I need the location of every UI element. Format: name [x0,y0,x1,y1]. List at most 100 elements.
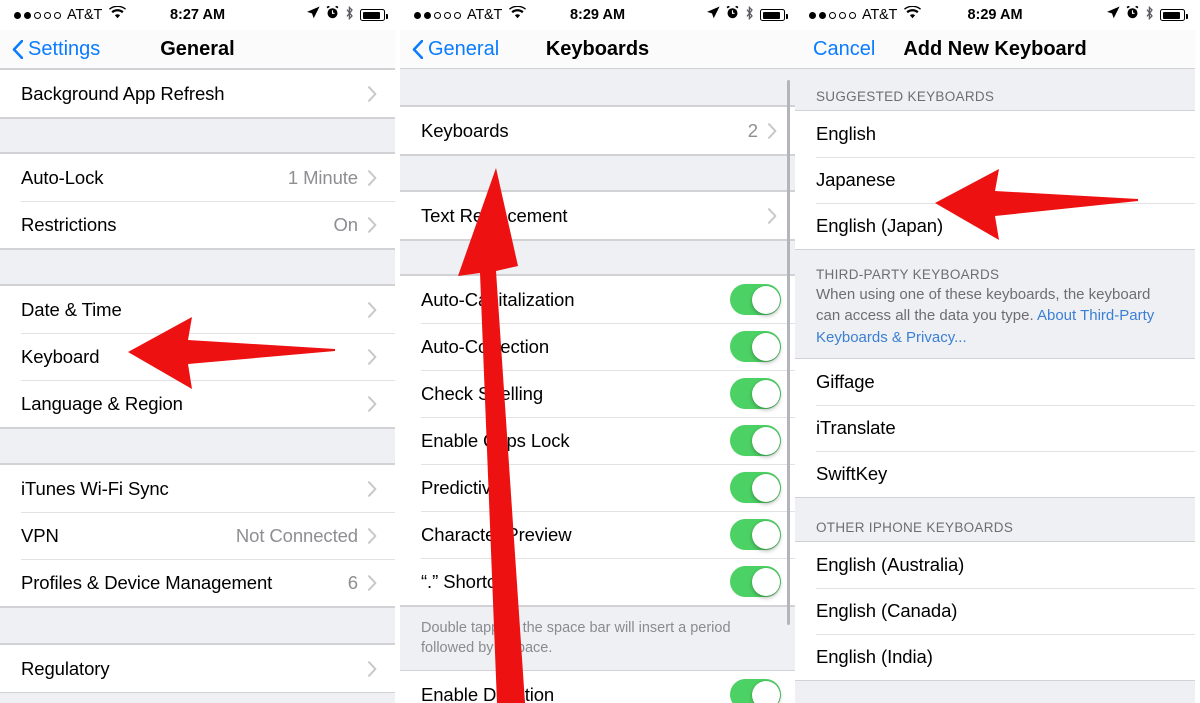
row-label: iTunes Wi-Fi Sync [21,477,169,499]
row-label: Enable Dictation [421,683,555,703]
toggle-period-shortcut[interactable] [730,566,781,597]
row-english-india[interactable]: English (India) [795,633,1195,680]
row-label: iTranslate [816,416,896,438]
row-english-australia[interactable]: English (Australia) [795,541,1195,588]
section-header-other-iphone: OTHER IPHONE KEYBOARDS [795,497,1195,541]
group-regulatory: Regulatory [0,644,395,693]
chevron-right-icon [368,348,377,365]
row-label: SwiftKey [816,462,888,484]
row-english-japan[interactable]: English (Japan) [795,203,1195,249]
group-spacer [0,249,395,285]
row-label: Enable Caps Lock [421,429,570,451]
row-giffage[interactable]: Giffage [795,358,1195,405]
row-text-replacement[interactable]: Text Replacement [400,192,795,239]
row-restrictions[interactable]: Restrictions On [0,201,395,248]
chevron-right-icon [368,527,377,544]
three-screenshot-strip: AT&T 8:27 AM Settings General Background… [0,0,1200,703]
row-itunes-wifi-sync[interactable]: iTunes Wi-Fi Sync [0,465,395,512]
status-right-group [707,0,788,30]
bluetooth-icon [345,5,354,25]
row-auto-capitalization[interactable]: Auto-Capitalization [400,276,795,323]
screen-keyboards: AT&T 8:29 AM General Keyboards Keyboards… [400,0,795,703]
row-enable-caps-lock[interactable]: Enable Caps Lock [400,417,795,464]
group-background-refresh: Background App Refresh [0,69,395,118]
chevron-right-icon [368,480,377,497]
row-label: Language & Region [21,392,183,414]
toggle-auto-capitalization[interactable] [730,284,781,315]
group-other-iphone-keyboards: English (Australia) English (Canada) Eng… [795,540,1195,681]
row-value: 6 [347,571,358,593]
page-title-add-new-keyboard: Add New Keyboard [903,38,1087,60]
toggle-auto-correction[interactable] [730,331,781,362]
toggle-character-preview[interactable] [730,519,781,550]
row-date-and-time[interactable]: Date & Time [0,286,395,333]
screen-general: AT&T 8:27 AM Settings General Background… [0,0,395,703]
chevron-right-icon [368,660,377,677]
nav-bar-keyboards: General Keyboards [400,30,795,69]
row-label: Character Preview [421,523,572,545]
row-swiftkey[interactable]: SwiftKey [795,450,1195,497]
page-title-general: General [160,38,235,60]
nav-bar-general: Settings General [0,30,395,69]
row-japanese[interactable]: Japanese [795,157,1195,203]
row-language-and-region[interactable]: Language & Region [0,380,395,427]
group-spacer [0,607,395,644]
row-label: Text Replacement [421,204,568,226]
row-regulatory[interactable]: Regulatory [0,645,395,692]
row-predictive[interactable]: Predictive [400,464,795,511]
row-english[interactable]: English [795,111,1195,157]
toggle-enable-caps-lock[interactable] [730,425,781,456]
status-bar-general: AT&T 8:27 AM [0,0,395,30]
keyboard-picker-list[interactable]: SUGGESTED KEYBOARDS English Japanese Eng… [795,69,1195,703]
row-value: On [333,213,359,235]
row-vpn[interactable]: VPN Not Connected [0,512,395,559]
row-check-spelling[interactable]: Check Spelling [400,370,795,417]
row-label: Japanese [816,169,896,190]
status-bar-keyboards: AT&T 8:29 AM [400,0,795,30]
alarm-clock-icon [726,5,739,24]
row-label: Check Spelling [421,382,544,404]
row-label: English (Australia) [816,553,965,575]
nav-bar-add-keyboard: Cancel Add New Keyboard [795,30,1195,69]
settings-list-general[interactable]: Background App Refresh Auto-Lock 1 Minut… [0,69,395,703]
row-auto-correction[interactable]: Auto-Correction [400,323,795,370]
location-arrow-icon [1107,6,1120,24]
chevron-right-icon [768,207,777,224]
status-bar-add-keyboard: AT&T 8:29 AM [795,0,1195,30]
group-datetime-keyboard-language: Date & Time Keyboard Language & Region [0,285,395,428]
row-character-preview[interactable]: Character Preview [400,511,795,558]
row-background-app-refresh[interactable]: Background App Refresh [0,70,395,117]
location-arrow-icon [307,6,320,24]
status-right-group [307,0,388,30]
row-label: “.” Shortcut [421,570,512,592]
row-keyboard[interactable]: Keyboard [0,333,395,380]
row-label: Predictive [421,476,502,498]
bluetooth-icon [1145,5,1154,25]
row-enable-dictation[interactable]: Enable Dictation [400,671,795,703]
row-itranslate[interactable]: iTranslate [795,404,1195,451]
row-period-shortcut[interactable]: “.” Shortcut [400,558,795,605]
toggle-predictive[interactable] [730,472,781,503]
group-text-replacement: Text Replacement [400,191,795,240]
row-value: 2 [747,119,758,141]
page-title-keyboards: Keyboards [545,38,650,60]
chevron-right-icon [368,85,377,102]
row-auto-lock[interactable]: Auto-Lock 1 Minute [0,154,395,201]
row-keyboards[interactable]: Keyboards 2 [400,107,795,154]
row-label: Profiles & Device Management [21,571,273,593]
settings-list-keyboards[interactable]: Keyboards 2 Text Replacement Auto-Capita… [400,69,795,703]
battery-icon [360,9,388,21]
bluetooth-icon [745,5,754,25]
section-third-party-description: THIRD-PARTY KEYBOARDS When using one of … [795,250,1195,358]
group-spacer [400,155,795,191]
row-label: VPN [21,524,59,546]
row-english-canada[interactable]: English (Canada) [795,587,1195,634]
toggle-enable-dictation[interactable] [730,679,781,703]
group-suggested-keyboards: English Japanese English (Japan) [795,110,1195,250]
group-spacer [0,118,395,153]
row-label: Auto-Lock [21,166,104,188]
chevron-right-icon [368,395,377,412]
row-profiles-device-management[interactable]: Profiles & Device Management 6 [0,559,395,606]
toggle-check-spelling[interactable] [730,378,781,409]
vertical-scrollbar[interactable] [787,80,790,625]
